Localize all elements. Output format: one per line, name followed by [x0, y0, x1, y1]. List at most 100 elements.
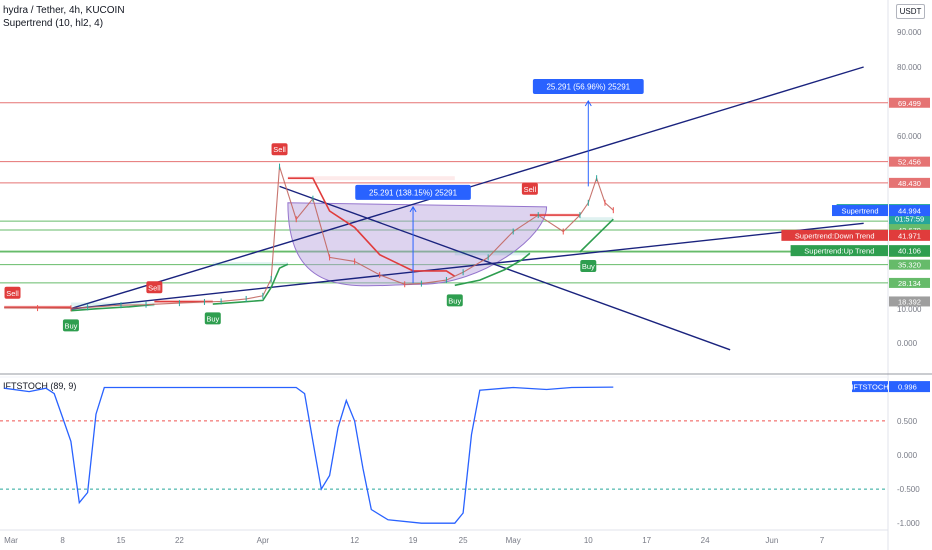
series-value-label: 40.106 [898, 247, 921, 256]
series-name-badge [790, 245, 888, 257]
series-name-label: Supertrend:Up Trend [804, 247, 874, 256]
x-tick-label: 19 [409, 536, 418, 545]
supertrend-shade [70, 302, 155, 307]
cup-pattern [287, 202, 548, 287]
trendline [70, 66, 864, 310]
series-name-label: Supertrend [841, 207, 878, 216]
cup-pattern-layer [287, 202, 548, 287]
x-tick-label: 25 [459, 536, 468, 545]
x-tick-label: Apr [257, 536, 270, 545]
x-tick-label: 15 [117, 536, 126, 545]
y-tick-label: 70.000 [897, 97, 922, 106]
iftstoch-line [4, 386, 614, 524]
price-chart-svg[interactable]: 25.291 (138.15%) 25291 25.291 (56.96%) 25… [0, 0, 932, 550]
supertrend-shade [454, 251, 530, 256]
trendlines-layer [70, 66, 864, 351]
series-name-badge [832, 205, 888, 217]
level-badge-label: 35.320 [898, 261, 921, 270]
sell-signal-badge [146, 281, 163, 294]
countdown-label: 01:57:59 [895, 215, 924, 224]
osc-name-label: IFTSTOCH [851, 383, 888, 392]
indicator-label[interactable]: Supertrend (10, hl2, 4) [3, 18, 103, 29]
osc-name-badge [852, 381, 888, 393]
buy-signal-badge [62, 319, 79, 332]
horizontal-levels-layer [0, 102, 888, 284]
x-tick-label: 24 [701, 536, 710, 545]
series-name-badge [836, 204, 888, 216]
measure-arrowhead [409, 205, 417, 213]
level-badge-label: 69.499 [898, 99, 921, 108]
y-tick-label: 0.000 [897, 339, 918, 348]
osc-value-label: 0.996 [898, 383, 917, 392]
osc-value-badge [889, 381, 930, 393]
measurement-layer: 25.291 (138.15%) 25291 25.291 (56.96%) 25… [355, 79, 644, 284]
series-value-badge [889, 245, 930, 257]
sell-signal-badge [271, 143, 288, 156]
supertrend-up-line [579, 218, 614, 253]
supertrend-up-line [70, 303, 155, 312]
oscillator-label[interactable]: IFTSTOCH (89, 9) [3, 381, 76, 391]
trendline [279, 185, 731, 351]
series-value-badge [889, 229, 930, 241]
level-badge [889, 156, 930, 167]
supertrend-shade [4, 305, 71, 310]
symbol-title[interactable]: hydra / Tether, 4h, KUCOIN [3, 5, 125, 16]
axis-layer: 90.00080.00070.00060.00010.0000.00069.49… [4, 28, 930, 545]
measure-label-box [532, 79, 644, 94]
osc-y-tick-label: -0.500 [897, 485, 920, 494]
x-tick-label: 10 [584, 536, 593, 545]
buy-signal-label: Buy [582, 262, 595, 271]
level-badge [889, 277, 930, 288]
x-tick-label: Mar [4, 536, 18, 545]
sell-signal-label: Sell [148, 283, 161, 292]
supertrend-down-line [287, 177, 456, 277]
level-badge-label: 52.456 [898, 158, 921, 167]
buy-signal-badge [446, 294, 463, 307]
level-badge-label: 28.134 [898, 279, 921, 288]
level-badge-label: 42.679 [898, 226, 921, 235]
sell-signal-badge [521, 182, 538, 195]
series-name-badge [781, 229, 888, 241]
buy-signal-badge [204, 312, 221, 325]
currency-badge[interactable]: USDT [896, 4, 925, 19]
x-tick-label: Jun [765, 536, 778, 545]
level-badge-label: 48.430 [898, 179, 921, 188]
x-tick-label: 7 [820, 536, 825, 545]
price-layer [4, 163, 614, 312]
level-badge-label: 40.001 [898, 248, 921, 257]
osc-y-tick-label: -1.000 [897, 519, 920, 528]
supertrend-up-line [212, 263, 289, 305]
x-tick-label: 8 [60, 536, 65, 545]
level-badge-label: 43.769 [898, 217, 921, 226]
buy-signal-badge [580, 260, 597, 272]
grid-layer [0, 0, 932, 550]
level-badge [889, 225, 930, 236]
level-badge [889, 259, 930, 270]
trendline [70, 222, 864, 310]
buy-signal-label: Buy [206, 314, 219, 323]
x-tick-label: May [506, 536, 521, 545]
series-name-label: Supertrend:Down Trend [795, 231, 875, 240]
supertrend-shade [212, 262, 288, 267]
oscillator-layer [0, 386, 888, 524]
y-tick-label: 10.000 [897, 305, 922, 314]
supertrend-shade [154, 299, 213, 304]
osc-y-tick-label: 0.000 [897, 451, 918, 460]
supertrend-shade [287, 176, 455, 181]
x-tick-label: 22 [175, 536, 184, 545]
buy-signal-label: Buy [448, 296, 461, 305]
y-tick-label: 80.000 [897, 63, 922, 72]
series-value-label: 41.971 [898, 231, 921, 240]
measure-label-box [355, 184, 471, 200]
measure-arrowhead [584, 100, 592, 107]
buy-signal-label: Buy [64, 321, 77, 330]
measure-label: 25.291 (56.96%) 25291 [546, 83, 630, 92]
price-line [4, 166, 614, 309]
series-value-badge [889, 204, 930, 225]
series-value-label: 44.994 [898, 207, 921, 216]
level-badge [889, 216, 930, 227]
sell-signal-label: Sell [524, 185, 537, 194]
measure-label: 25.291 (138.15%) 25291 [369, 188, 458, 197]
y-tick-label: 60.000 [897, 132, 922, 141]
level-badge [889, 177, 930, 188]
